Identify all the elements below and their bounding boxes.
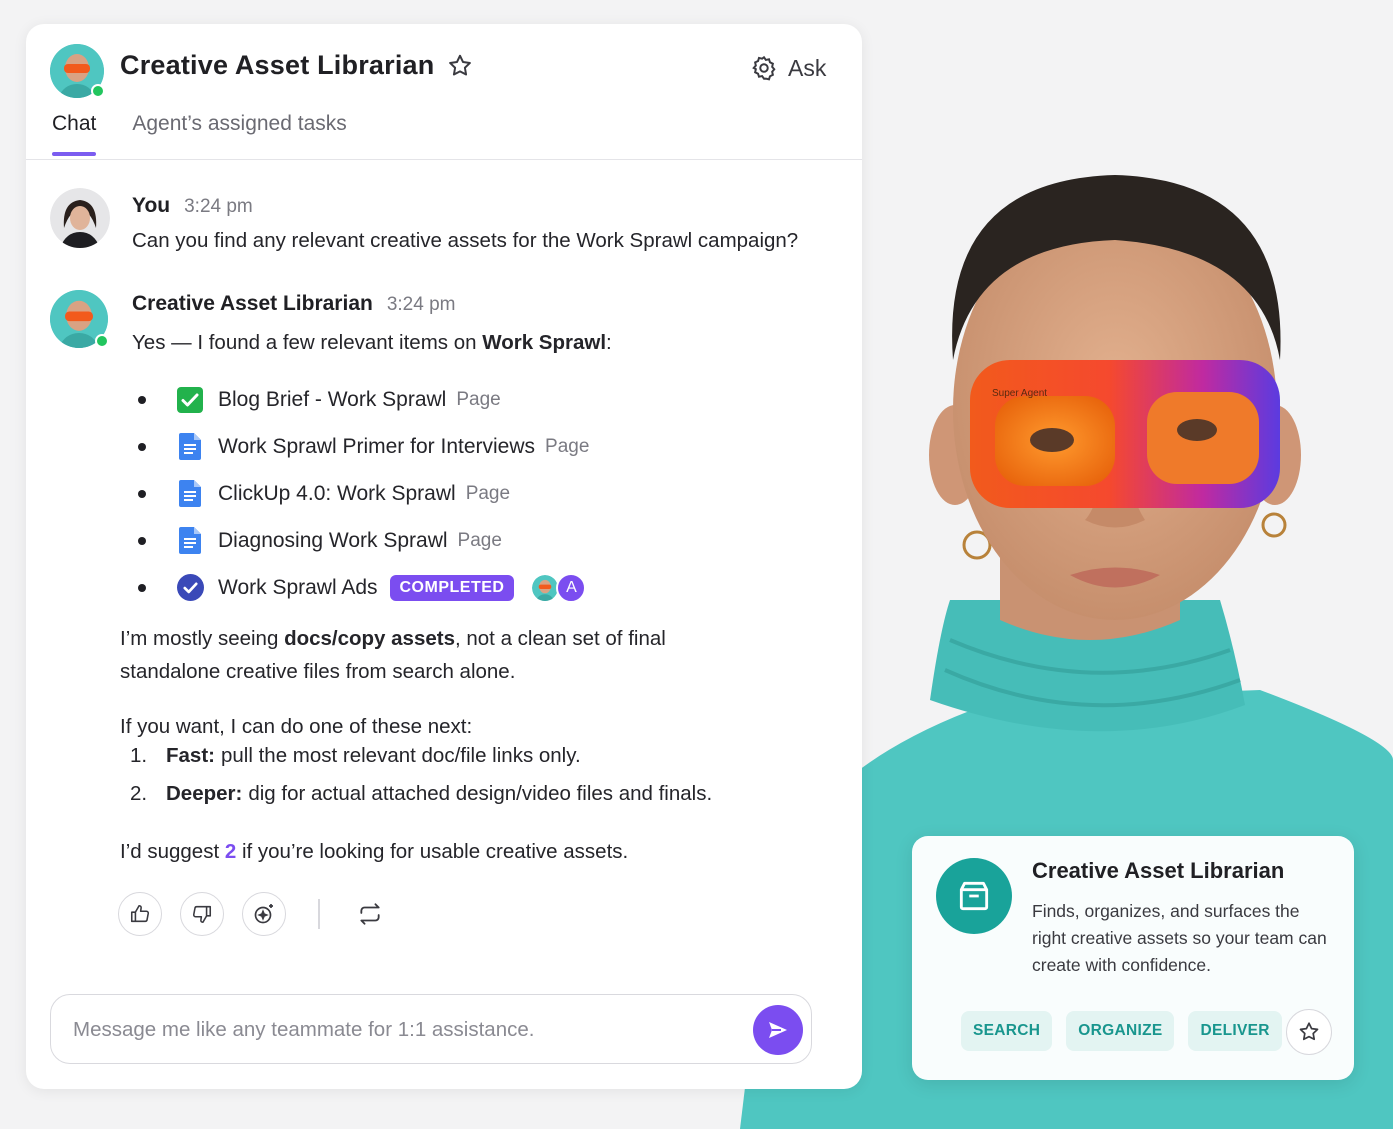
message-suggestion: I’d suggest 2 if you’re looking for usab… [120, 836, 628, 869]
thumbs-up-icon[interactable] [118, 892, 162, 936]
sender-name: You [132, 194, 171, 217]
regenerate-icon[interactable] [350, 894, 390, 934]
tab-assigned-tasks[interactable]: Agent’s assigned tasks [132, 112, 346, 154]
suggest-text: I’d suggest [120, 840, 225, 863]
card-star-icon[interactable] [1286, 1009, 1332, 1055]
asset-name[interactable]: Work Sprawl Primer for Interviews [218, 435, 535, 459]
list-item[interactable]: Blog Brief - Work Sprawl Page [138, 376, 589, 423]
agent-message-avatar [50, 290, 109, 348]
list-item[interactable]: ClickUp 4.0: Work Sprawl Page [138, 470, 589, 517]
asset-list: Blog Brief - Work Sprawl Page Work Spraw… [138, 376, 589, 611]
asset-name[interactable]: Diagnosing Work Sprawl [218, 529, 448, 553]
gear-icon [752, 55, 776, 81]
green-check-icon [176, 386, 204, 414]
ai-sparkle-icon[interactable] [242, 892, 286, 936]
para-text: I’m mostly seeing [120, 627, 285, 650]
asset-type: Page [465, 482, 511, 504]
message-input[interactable] [73, 1013, 713, 1047]
list-item[interactable]: Diagnosing Work Sprawl Page [138, 517, 589, 564]
agent-info-card: Creative Asset Librarian Finds, organize… [912, 836, 1354, 1080]
bullet [138, 583, 146, 592]
asset-name[interactable]: Work Sprawl Ads [218, 576, 378, 600]
svg-text:Super Agent: Super Agent [992, 388, 1047, 399]
list-item[interactable]: Work Sprawl Ads COMPLETED A [138, 564, 589, 611]
tab-chat[interactable]: Chat [52, 112, 97, 156]
send-icon [769, 1022, 787, 1038]
assignee-avatars: A [530, 572, 587, 603]
intro-bold: Work Sprawl [482, 331, 607, 354]
online-status-dot [95, 334, 109, 348]
chat-panel: Creative Asset Librarian Ask Chat Agent’… [26, 24, 862, 1089]
agent-title: Creative Asset Librarian [120, 50, 435, 80]
option-text: dig for actual attached design/video fil… [248, 782, 713, 805]
asset-name[interactable]: ClickUp 4.0: Work Sprawl [218, 482, 456, 506]
favorite-star-icon[interactable] [446, 52, 474, 80]
asset-type: Page [545, 435, 590, 457]
message-time: 3:24 pm [386, 294, 456, 315]
suggest-number: 2 [224, 840, 237, 863]
ask-button[interactable]: Ask [750, 52, 826, 84]
online-status-dot [91, 84, 105, 98]
option-title: Fast: [166, 744, 215, 767]
document-icon [176, 433, 204, 461]
para-text: standalone creative files from search al… [120, 659, 516, 683]
message-paragraph: I’m mostly seeing docs/copy assets, not … [120, 623, 780, 689]
message-sender: You 3:24 pm [132, 194, 253, 218]
bullet [138, 536, 146, 545]
card-title: Creative Asset Librarian [1032, 858, 1285, 883]
tag-deliver[interactable]: DELIVER [1188, 1011, 1282, 1051]
para-bold: docs/copy assets [284, 627, 455, 650]
asset-name[interactable]: Blog Brief - Work Sprawl [218, 388, 446, 412]
message-sender: Creative Asset Librarian 3:24 pm [132, 292, 455, 316]
intro-text: Yes — I found a few relevant items on [132, 331, 483, 354]
divider [318, 899, 320, 929]
agent-avatar [50, 44, 105, 98]
tag-organize[interactable]: ORGANIZE [1066, 1011, 1175, 1051]
assignee-avatar-letter: A [556, 572, 587, 603]
status-badge: COMPLETED [389, 574, 515, 601]
thumbs-down-icon[interactable] [180, 892, 224, 936]
message-actions [118, 892, 390, 936]
message-time: 3:24 pm [184, 196, 253, 217]
asset-type: Page [456, 388, 501, 410]
intro-suffix: : [606, 331, 612, 354]
user-avatar [50, 188, 110, 248]
option-number: 2. [130, 782, 148, 805]
bullet [138, 395, 146, 404]
message-composer [50, 994, 812, 1064]
document-icon [176, 527, 204, 555]
card-description: Finds, organizes, and surfaces the right… [1032, 901, 1327, 976]
document-icon [176, 480, 204, 508]
list-item: 2. Deeper: dig for actual attached desig… [130, 782, 712, 820]
send-button[interactable] [753, 1005, 803, 1055]
message-text: Can you find any relevant creative asset… [132, 229, 799, 252]
card-tags: SEARCH ORGANIZE DELIVER [961, 1011, 1282, 1051]
option-number: 1. [130, 744, 148, 767]
tag-search[interactable]: SEARCH [961, 1011, 1053, 1051]
options-list: 1. Fast: pull the most relevant doc/file… [130, 744, 712, 820]
bullet [138, 442, 146, 451]
message-paragraph: If you want, I can do one of these next: [120, 715, 473, 738]
ask-label: Ask [788, 54, 827, 81]
chat-header: Creative Asset Librarian Ask Chat Agent’… [26, 24, 862, 160]
list-item: 1. Fast: pull the most relevant doc/file… [130, 744, 712, 782]
task-complete-icon [176, 574, 204, 602]
suggest-text: if you’re looking for usable creative as… [236, 840, 629, 863]
list-item[interactable]: Work Sprawl Primer for Interviews Page [138, 423, 589, 470]
asset-type: Page [457, 529, 502, 551]
archive-box-icon [936, 858, 1012, 934]
option-text: pull the most relevant doc/file links on… [220, 744, 581, 767]
bullet [138, 489, 146, 498]
para-text: , not a clean set of final [454, 627, 666, 650]
message-intro: Yes — I found a few relevant items on Wo… [132, 327, 612, 360]
sender-name: Creative Asset Librarian [132, 292, 373, 315]
option-title: Deeper: [166, 782, 243, 805]
tab-bar: Chat Agent’s assigned tasks [52, 112, 347, 156]
